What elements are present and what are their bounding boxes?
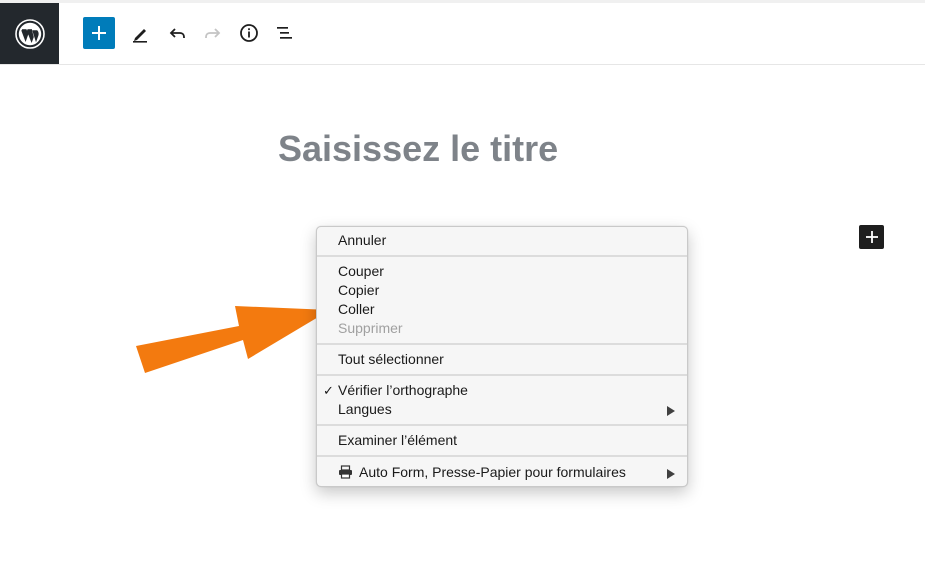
menu-separator [317, 374, 687, 376]
plus-icon [865, 231, 878, 243]
submenu-arrow-icon [667, 406, 675, 416]
menu-item-coller[interactable]: Coller [317, 300, 687, 319]
menu-item-autoform[interactable]: Auto Form, Presse-Papier pour formulaire… [317, 463, 687, 482]
post-title-input[interactable]: Saisissez le titre [278, 128, 558, 170]
context-menu: Annuler Couper Copier Coller Supprimer T… [316, 226, 688, 487]
menu-item-copier[interactable]: Copier [317, 281, 687, 300]
list-view-button[interactable] [269, 17, 301, 49]
printer-icon [339, 465, 352, 479]
menu-separator [317, 255, 687, 257]
menu-item-label: Langues [338, 401, 392, 417]
menu-item-label: Examiner l’élément [338, 432, 458, 448]
menu-item-label: Annuler [338, 232, 387, 248]
menu-item-verifier-orthographe[interactable]: ✓ Vérifier l’orthographe [317, 381, 687, 400]
menu-item-label: Coller [338, 301, 375, 317]
redo-button[interactable] [197, 17, 229, 49]
block-inserter-button[interactable] [859, 225, 884, 249]
wordpress-icon [14, 18, 45, 49]
menu-item-tout-selectionner[interactable]: Tout sélectionner [317, 350, 687, 369]
menu-item-annuler[interactable]: Annuler [317, 231, 687, 250]
menu-item-label: Auto Form, Presse-Papier pour formulaire… [359, 464, 626, 480]
menu-item-label: Vérifier l’orthographe [338, 382, 468, 398]
submenu-arrow-icon [667, 469, 675, 479]
menu-item-supprimer: Supprimer [317, 319, 687, 338]
menu-item-label: Supprimer [338, 320, 403, 336]
checkmark-icon: ✓ [323, 383, 334, 398]
tools-button[interactable] [124, 17, 156, 49]
info-icon [240, 24, 258, 42]
menu-item-label: Copier [338, 282, 380, 298]
menu-item-couper[interactable]: Couper [317, 262, 687, 281]
redo-icon [205, 28, 221, 38]
menu-separator [317, 424, 687, 426]
menu-separator [317, 455, 687, 457]
info-button[interactable] [233, 17, 265, 49]
add-block-button[interactable] [83, 17, 115, 49]
menu-item-langues[interactable]: Langues [317, 400, 687, 419]
menu-item-label: Couper [338, 263, 384, 279]
menu-item-examiner-element[interactable]: Examiner l’élément [317, 431, 687, 450]
wordpress-logo-button[interactable] [0, 3, 59, 64]
menu-item-label: Tout sélectionner [338, 351, 444, 367]
undo-button[interactable] [161, 17, 193, 49]
editor-toolbar [0, 3, 925, 65]
plus-icon [92, 26, 106, 40]
menu-separator [317, 343, 687, 345]
orange-arrow-annotation [136, 306, 330, 373]
list-view-icon [277, 27, 292, 39]
pencil-icon [133, 29, 147, 43]
undo-icon [169, 28, 185, 38]
